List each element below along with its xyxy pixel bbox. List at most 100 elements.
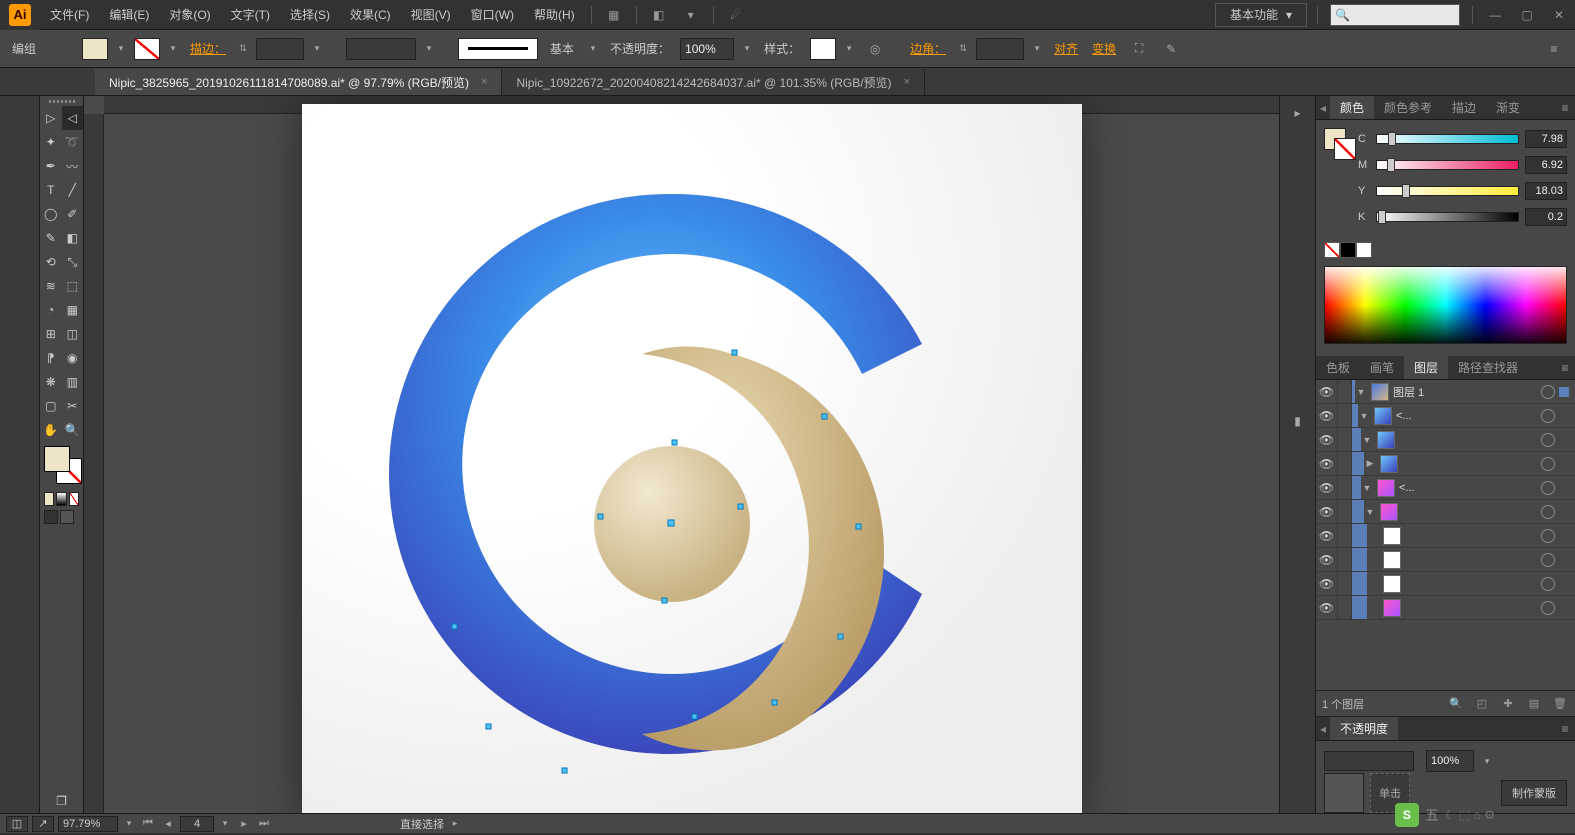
target-icon[interactable] (1541, 481, 1555, 495)
lock-toggle[interactable] (1338, 524, 1352, 547)
layout-icon[interactable]: ▦ (601, 2, 627, 28)
target-icon[interactable] (1541, 433, 1555, 447)
layer-row[interactable]: 👁 (1316, 548, 1575, 572)
zoom-dd[interactable]: ▾ (122, 813, 136, 835)
locate-object-icon[interactable]: 🔍 (1447, 695, 1465, 713)
style-dd[interactable]: ▾ (842, 38, 856, 60)
visibility-toggle[interactable]: 👁 (1316, 428, 1338, 451)
corner-label[interactable]: 边角： (906, 40, 950, 57)
layer-list[interactable]: 👁 ▼ 图层 1 👁 ▼ <... 👁 ▼ 👁 ▶ 👁 ▼ <... 👁 ▼ 👁… (1316, 380, 1575, 690)
white-swatch[interactable] (1356, 242, 1372, 258)
pencil-tool[interactable]: ✎ (40, 226, 62, 250)
mesh-tool[interactable]: ⊞ (40, 322, 62, 346)
stroke-weight-stepper[interactable]: ⇅ (236, 38, 250, 60)
layer-thumbnail[interactable] (1383, 527, 1401, 545)
target-icon[interactable] (1541, 457, 1555, 471)
channel-slider-Y[interactable] (1376, 186, 1519, 196)
mask-thumb[interactable]: 单击 (1370, 773, 1410, 813)
workspace-selector[interactable]: 基本功能 ▾ (1215, 3, 1307, 27)
black-swatch[interactable] (1340, 242, 1356, 258)
zoom-level[interactable]: 97.79% (58, 816, 118, 832)
hand-tool[interactable]: ✋ (40, 418, 62, 442)
color-pickers[interactable] (40, 442, 83, 490)
stroke-swatch[interactable] (134, 38, 160, 60)
create-layer-icon[interactable]: ▤ (1525, 695, 1543, 713)
layer-row[interactable]: 👁 ▶ (1316, 452, 1575, 476)
visibility-toggle[interactable]: 👁 (1316, 452, 1338, 475)
panel-menu-icon[interactable]: ≡ (1555, 717, 1575, 740)
channel-value-K[interactable]: 0.2 (1525, 208, 1567, 226)
lock-toggle[interactable] (1338, 476, 1352, 499)
shape-builder-tool[interactable]: ◔ (40, 298, 62, 322)
stroke-dd[interactable]: ▾ (166, 38, 180, 60)
artboard-tool[interactable]: ▢ (40, 394, 62, 418)
create-sublayer-icon[interactable]: ✚ (1499, 695, 1517, 713)
dock-collapse-icon[interactable]: ▸ (1287, 102, 1309, 124)
disclosure-icon[interactable]: ▼ (1361, 435, 1373, 445)
search-input[interactable]: 🔍 (1330, 4, 1460, 26)
variable-width-input[interactable] (346, 38, 416, 60)
layer-thumbnail[interactable] (1383, 575, 1401, 593)
pen-tool[interactable]: ✒ (40, 154, 62, 178)
artwork-logo[interactable] (362, 164, 982, 784)
prev-artboard[interactable]: ◂ (160, 817, 176, 830)
panel-menu-icon[interactable]: ≡ (1541, 36, 1567, 62)
visibility-toggle[interactable]: 👁 (1316, 548, 1338, 571)
layer-name[interactable]: <... (1399, 482, 1541, 494)
close-icon[interactable]: × (904, 76, 910, 88)
isolate-icon[interactable]: ⛶ (1126, 36, 1152, 62)
layer-thumbnail[interactable] (1380, 503, 1398, 521)
panel-menu-icon[interactable]: ≡ (1555, 356, 1575, 379)
width-tool[interactable]: ≋ (40, 274, 62, 298)
disclosure-icon[interactable]: ▼ (1355, 387, 1367, 397)
target-icon[interactable] (1541, 553, 1555, 567)
artboard-number[interactable]: 4 (180, 816, 214, 832)
screen-mode-normal[interactable] (44, 510, 58, 524)
fill-dd[interactable]: ▾ (114, 38, 128, 60)
transparency-thumb[interactable] (1324, 773, 1364, 813)
lock-toggle[interactable] (1338, 380, 1352, 403)
corner-stepper[interactable]: ⇅ (956, 38, 970, 60)
minimize-button[interactable]: — (1481, 4, 1509, 26)
layer-thumbnail[interactable] (1383, 599, 1401, 617)
tab-stroke[interactable]: 描边 (1442, 96, 1486, 119)
visibility-toggle[interactable]: 👁 (1316, 596, 1338, 619)
visibility-toggle[interactable]: 👁 (1316, 572, 1338, 595)
visibility-toggle[interactable]: 👁 (1316, 404, 1338, 427)
channel-slider-K[interactable] (1376, 212, 1519, 222)
menu-window[interactable]: 窗口(W) (461, 0, 524, 30)
recolor-icon[interactable]: ◎ (862, 36, 888, 62)
layer-thumbnail[interactable] (1377, 431, 1395, 449)
variable-width-dd[interactable]: ▾ (422, 38, 436, 60)
target-icon[interactable] (1541, 577, 1555, 591)
layer-row[interactable]: 👁 (1316, 596, 1575, 620)
ellipse-tool[interactable]: ◯ (40, 202, 62, 226)
lasso-tool[interactable]: ➰ (62, 130, 84, 154)
tab-color[interactable]: 颜色 (1330, 96, 1374, 119)
layer-thumbnail[interactable] (1377, 479, 1395, 497)
document-tab-0[interactable]: Nipic_3825965_20191026111814708089.ai* @… (95, 69, 502, 95)
color-spectrum[interactable] (1324, 266, 1567, 344)
stroke-weight-dd[interactable]: ▾ (310, 38, 324, 60)
artboard-dd[interactable]: ▾ (218, 813, 232, 835)
channel-value-C[interactable]: 7.98 (1525, 130, 1567, 148)
stroke-proxy-swatch[interactable] (1334, 138, 1356, 160)
layer-row[interactable]: 👁 ▼ (1316, 500, 1575, 524)
line-tool[interactable]: ╱ (62, 178, 84, 202)
document-tab-1[interactable]: Nipic_10922672_20200408214242684037.ai* … (502, 69, 925, 95)
opacity-input[interactable]: 100% (680, 38, 734, 60)
zoom-tool[interactable]: 🔍 (62, 418, 84, 442)
disclosure-icon[interactable]: ▼ (1358, 411, 1370, 421)
layer-row[interactable]: 👁 (1316, 524, 1575, 548)
layer-thumbnail[interactable] (1383, 551, 1401, 569)
transparency-opacity-dd[interactable]: ▾ (1480, 750, 1494, 772)
menu-view[interactable]: 视图(V) (401, 0, 461, 30)
corner-input[interactable] (976, 38, 1024, 60)
brush-preview[interactable] (458, 38, 538, 60)
channel-value-Y[interactable]: 18.03 (1525, 182, 1567, 200)
free-transform-tool[interactable]: ⬚ (62, 274, 84, 298)
export-icon[interactable]: ↗ (32, 816, 54, 832)
menu-object[interactable]: 对象(O) (159, 0, 220, 30)
color-mode-gradient[interactable] (56, 492, 66, 506)
channel-slider-M[interactable] (1376, 160, 1519, 170)
